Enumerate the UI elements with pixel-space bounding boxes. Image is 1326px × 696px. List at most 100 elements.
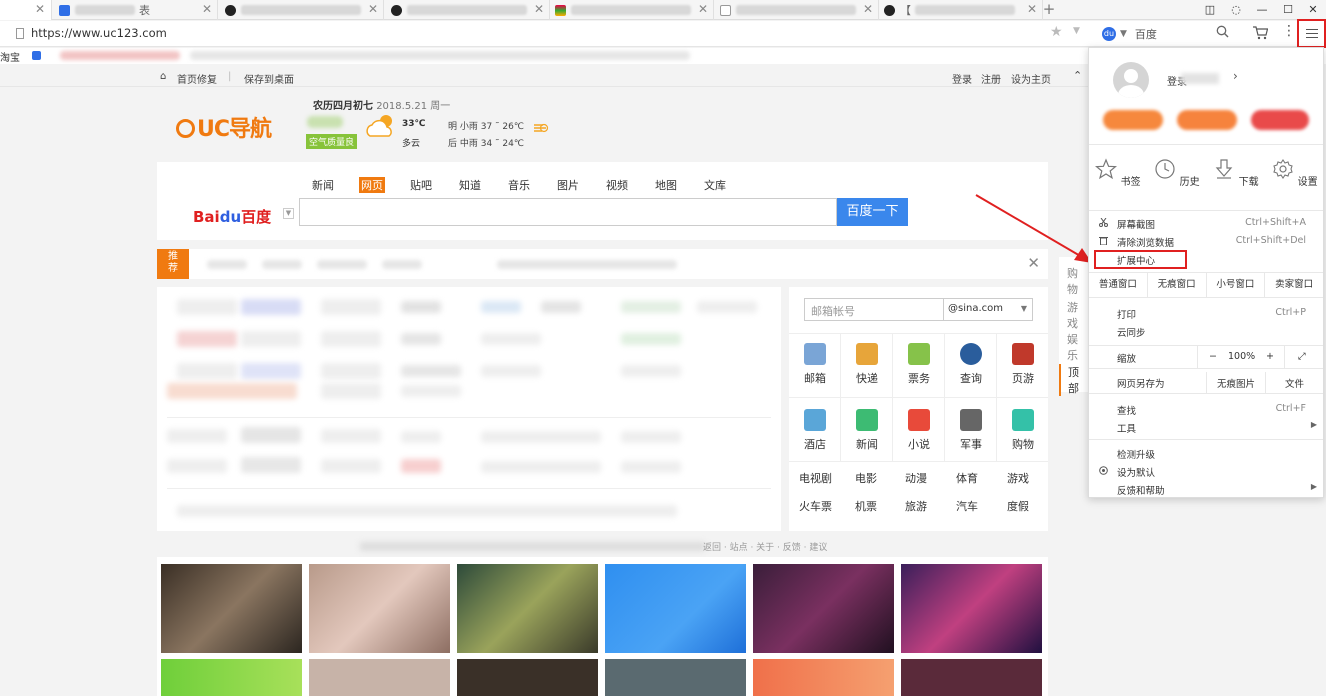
thumbnail[interactable]: [753, 659, 894, 696]
avatar[interactable]: [1113, 62, 1149, 98]
zoom-out-button[interactable]: −: [1209, 351, 1217, 362]
new-tab-button[interactable]: +: [1041, 0, 1057, 20]
thumbnail[interactable]: [457, 564, 598, 653]
thumbnail[interactable]: [457, 659, 598, 696]
menu-item-feedback[interactable]: 反馈和帮助 ▶: [1089, 480, 1323, 498]
set-home-link[interactable]: 设为主页: [1011, 71, 1051, 86]
maximize-button[interactable]: ☐: [1275, 0, 1301, 20]
text-link[interactable]: 体育: [956, 470, 978, 486]
menu-item-tools[interactable]: 工具 ▶: [1089, 418, 1323, 436]
small-window-button[interactable]: 小号窗口: [1207, 273, 1266, 297]
menu-item-set-default[interactable]: 设为默认: [1089, 462, 1323, 480]
minimize-button[interactable]: —: [1249, 0, 1275, 20]
search-tab[interactable]: 音乐: [506, 177, 532, 193]
more-icon[interactable]: ⋮: [1282, 23, 1296, 39]
service-webgames[interactable]: 页游: [998, 343, 1048, 386]
weather-location[interactable]: [307, 116, 343, 128]
home-icon[interactable]: ⌂: [160, 71, 166, 82]
menu-item-update[interactable]: 检测升级: [1089, 444, 1323, 462]
chevron-down-icon[interactable]: ▼: [283, 208, 294, 219]
thumbnail[interactable]: [309, 659, 450, 696]
zoom-in-button[interactable]: +: [1266, 351, 1274, 362]
menu-item-find[interactable]: 查找 Ctrl+F: [1089, 400, 1323, 418]
thumbnail[interactable]: [309, 564, 450, 653]
home-repair-link[interactable]: 首页修复: [177, 71, 217, 86]
tab-2[interactable]: ✕: [219, 0, 384, 20]
menu-item-print[interactable]: 打印 Ctrl+P: [1089, 304, 1323, 322]
baidu-logo[interactable]: Baidu百度: [193, 206, 271, 227]
close-tab-icon[interactable]: ✕: [368, 2, 378, 16]
text-link[interactable]: 机票: [855, 498, 877, 514]
service-hotel[interactable]: 酒店: [790, 409, 840, 452]
text-link[interactable]: 火车票: [799, 498, 832, 514]
text-link[interactable]: 度假: [1007, 498, 1029, 514]
tab-4[interactable]: ✕: [549, 0, 714, 20]
tab-5[interactable]: ✕: [714, 0, 879, 20]
footer-links[interactable]: 返回 · 站点 · 关于 · 反馈 · 建议: [703, 540, 827, 553]
email-field[interactable]: 邮箱帐号: [804, 298, 944, 321]
save-page-as[interactable]: 网页另存为: [1117, 376, 1165, 390]
bookmark-star-icon[interactable]: ★: [1050, 24, 1063, 40]
tab-1[interactable]: 表 ✕: [53, 0, 218, 20]
close-tab-icon[interactable]: ✕: [534, 2, 544, 16]
search-tab[interactable]: 文库: [702, 177, 728, 193]
thumbnail[interactable]: [161, 659, 302, 696]
search-input[interactable]: [299, 198, 837, 226]
url-field[interactable]: https://www.uc123.com: [31, 26, 167, 40]
collapse-icon[interactable]: ⌃: [1073, 69, 1082, 82]
side-nav-item[interactable]: 游戏: [1067, 299, 1088, 331]
text-link[interactable]: 游戏: [1007, 470, 1029, 486]
fullscreen-icon[interactable]: ⤢: [1298, 351, 1306, 362]
bookmark-icon[interactable]: [32, 51, 41, 60]
save-desktop-link[interactable]: 保存到桌面: [244, 71, 294, 86]
text-link[interactable]: 汽车: [956, 498, 978, 514]
thumbnail[interactable]: [605, 659, 746, 696]
login-link[interactable]: 登录: [952, 71, 972, 86]
service-shopping[interactable]: 购物: [998, 409, 1048, 452]
thumbnail[interactable]: [161, 564, 302, 653]
cart-icon[interactable]: [1252, 25, 1268, 41]
search-button[interactable]: 百度一下: [837, 198, 908, 226]
service-military[interactable]: 军事: [946, 409, 996, 452]
normal-window-button[interactable]: 普通窗口: [1089, 273, 1148, 297]
tab-0[interactable]: ✕: [0, 0, 52, 20]
main-menu-button[interactable]: [1297, 19, 1326, 48]
close-tab-icon[interactable]: ✕: [863, 2, 873, 16]
chevron-down-icon[interactable]: ▼: [1120, 29, 1127, 39]
close-tab-icon[interactable]: ✕: [1027, 2, 1037, 16]
search-tab[interactable]: 贴吧: [408, 177, 434, 193]
side-nav-item[interactable]: 娱乐: [1067, 331, 1088, 363]
service-tickets[interactable]: 票务: [894, 343, 944, 386]
search-tab[interactable]: 新闻: [310, 177, 336, 193]
close-tab-icon[interactable]: ✕: [35, 2, 45, 16]
email-domain-select[interactable]: @sina.com ▼: [943, 298, 1033, 321]
window-skin-icon[interactable]: ◌: [1223, 0, 1249, 20]
promo-pill[interactable]: [1251, 110, 1309, 130]
menu-downloads[interactable]: 下载: [1207, 158, 1265, 188]
search-tab[interactable]: 地图: [653, 177, 679, 193]
service-novel[interactable]: 小说: [894, 409, 944, 452]
thumbnail[interactable]: [605, 564, 746, 653]
text-link[interactable]: 电视剧: [799, 470, 832, 486]
side-nav-item[interactable]: 购物: [1067, 265, 1088, 297]
chevron-right-icon[interactable]: ›: [1233, 69, 1238, 83]
side-nav-item-top[interactable]: 顶部: [1059, 364, 1088, 396]
baidu-icon[interactable]: du: [1102, 27, 1116, 41]
promo-pill[interactable]: [1177, 110, 1237, 130]
thumbnail[interactable]: [901, 659, 1042, 696]
menu-history[interactable]: 历史: [1148, 158, 1206, 188]
no-images-button[interactable]: 无痕图片: [1217, 376, 1255, 390]
window-pin-icon[interactable]: ◫: [1197, 0, 1223, 20]
promo-pill[interactable]: [1103, 110, 1163, 130]
menu-settings[interactable]: 设置: [1266, 158, 1324, 188]
service-express[interactable]: 快递: [842, 343, 892, 386]
seller-window-button[interactable]: 卖家窗口: [1265, 273, 1323, 297]
incognito-window-button[interactable]: 无痕窗口: [1148, 273, 1207, 297]
service-mail[interactable]: 邮箱: [790, 343, 840, 386]
search-tab-active[interactable]: 网页: [359, 177, 385, 193]
search-tab[interactable]: 知道: [457, 177, 483, 193]
close-tab-icon[interactable]: ✕: [202, 2, 212, 16]
chevron-down-icon[interactable]: ▼: [1073, 26, 1080, 36]
menu-item-sync[interactable]: 云同步: [1089, 322, 1323, 340]
close-window-button[interactable]: ✕: [1300, 0, 1326, 20]
